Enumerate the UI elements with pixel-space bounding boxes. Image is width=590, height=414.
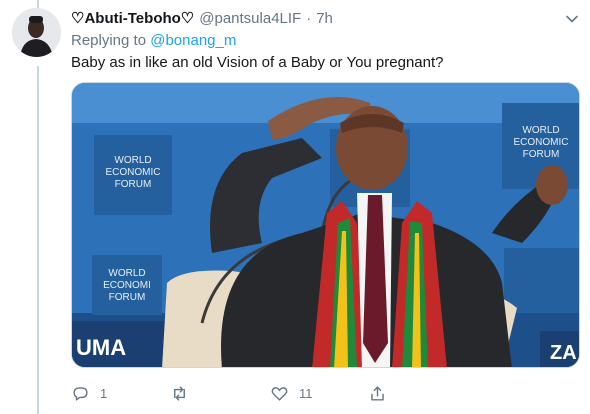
banner-right-text: ZA bbox=[550, 342, 577, 364]
wef-logo-right-3: FORUM bbox=[523, 149, 560, 160]
heart-icon bbox=[271, 386, 288, 401]
photo-illustration: WORLD ECONOMIC FORUM WORLD ECONOMIC FORU… bbox=[72, 83, 579, 367]
tweet-actions: 1 11 bbox=[71, 378, 491, 408]
reply-count: 1 bbox=[100, 385, 108, 401]
tweet-content: ♡Abuti-Teboho♡ @pantsula4LIF · 7h Replyi… bbox=[71, 8, 579, 73]
thread-line-top bbox=[37, 0, 39, 8]
wef-logo-right-1: WORLD bbox=[522, 125, 559, 136]
mention-link[interactable]: @bonang_m bbox=[150, 32, 236, 49]
wef-logo-text-2: ECONOMIC bbox=[106, 167, 161, 178]
thread-line-bottom bbox=[37, 66, 39, 414]
share-icon bbox=[371, 385, 384, 401]
avatar[interactable] bbox=[12, 8, 61, 57]
retweet-icon bbox=[174, 385, 185, 401]
retweet-button[interactable] bbox=[170, 378, 199, 408]
reply-button[interactable]: 1 bbox=[71, 378, 107, 408]
replying-prefix: Replying to bbox=[71, 32, 147, 49]
chevron-down-icon[interactable] bbox=[565, 12, 579, 26]
separator-dot: · bbox=[306, 10, 312, 27]
wef-logo-low-1: WORLD bbox=[108, 268, 145, 279]
user-handle[interactable]: @pantsula4LIF bbox=[199, 9, 301, 29]
avatar-image bbox=[12, 8, 61, 57]
wef-logo-low-2: ECONOMI bbox=[103, 280, 151, 291]
banner-left-text: UMA bbox=[76, 335, 126, 360]
tweet-text: Baby as in like an old Vision of a Baby … bbox=[71, 54, 444, 71]
like-button[interactable]: 11 bbox=[270, 378, 313, 408]
wef-logo-low-3: FORUM bbox=[109, 292, 146, 303]
like-count: 11 bbox=[299, 385, 313, 401]
replying-to-line: Replying to @bonang_m bbox=[71, 31, 579, 51]
wef-logo-right-2: ECONOMIC bbox=[514, 137, 569, 148]
reply-icon bbox=[73, 386, 88, 401]
tweet-media-photo[interactable]: WORLD ECONOMIC FORUM WORLD ECONOMIC FORU… bbox=[71, 82, 580, 368]
wef-logo-text-3: FORUM bbox=[115, 179, 152, 190]
tweet-header: ♡Abuti-Teboho♡ @pantsula4LIF · 7h bbox=[71, 8, 579, 30]
timestamp[interactable]: 7h bbox=[316, 9, 333, 29]
wef-logo-text-1: WORLD bbox=[114, 155, 151, 166]
share-button[interactable] bbox=[368, 378, 387, 408]
display-name[interactable]: ♡Abuti-Teboho♡ bbox=[71, 9, 194, 29]
